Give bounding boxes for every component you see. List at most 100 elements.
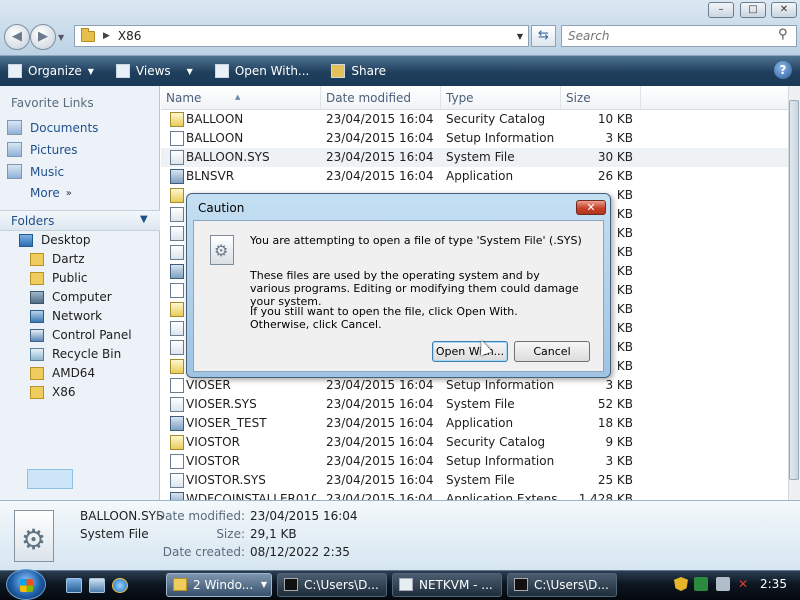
- tree-item-label: Computer: [52, 290, 112, 304]
- file-icon: [170, 264, 184, 279]
- system-file-icon: [210, 235, 234, 265]
- file-icon: [170, 473, 184, 488]
- dialog-close-button[interactable]: ✕: [576, 200, 606, 215]
- tree-item-label: Recycle Bin: [52, 347, 122, 361]
- help-icon[interactable]: ?: [774, 61, 792, 79]
- favorite-music[interactable]: Music: [7, 164, 64, 179]
- file-icon: [170, 207, 184, 222]
- clock[interactable]: 2:35: [760, 577, 787, 591]
- file-type: Application Extens...: [446, 492, 561, 500]
- folder-icon: [30, 385, 44, 399]
- volume-muted-icon[interactable]: ✕: [738, 577, 752, 591]
- folder-icon: [81, 27, 95, 42]
- command-prompt-icon: [284, 578, 298, 591]
- file-type: Application: [446, 416, 514, 430]
- file-row[interactable]: VIOSER_TEST 23/04/2015 16:04 Application 18…: [161, 414, 788, 433]
- tree-item[interactable]: Dartz: [30, 252, 85, 266]
- taskbar-cmd-2[interactable]: C:\Users\D...: [507, 573, 617, 597]
- refresh-button[interactable]: ⇆: [531, 25, 556, 47]
- favorite-label: Pictures: [30, 142, 78, 157]
- dialog-body: You are attempting to open a file of typ…: [193, 220, 604, 372]
- search-icon[interactable]: ⚲: [778, 27, 788, 42]
- file-size: 18 KB: [597, 416, 633, 430]
- tree-item[interactable]: Recycle Bin: [30, 347, 121, 361]
- file-icon: [170, 245, 184, 260]
- dialog-message-instructions: If you still want to open the file, clic…: [250, 305, 518, 331]
- file-row[interactable]: VIOSTOR 23/04/2015 16:04 Security Catalog 9…: [161, 433, 788, 452]
- share-button[interactable]: Share: [331, 64, 386, 78]
- date-created-value: 08/12/2022 2:35: [250, 545, 350, 559]
- tree-item[interactable]: Desktop: [19, 233, 91, 247]
- file-type: Security Catalog: [446, 435, 546, 449]
- tree-item[interactable]: Control Panel: [30, 328, 132, 342]
- file-size: 10 KB: [597, 112, 633, 126]
- size-value: 29,1 KB: [250, 527, 297, 541]
- column-size[interactable]: Size: [561, 86, 641, 110]
- collapse-chevron-icon[interactable]: ▼: [140, 214, 148, 225]
- file-row[interactable]: BLNSVR 23/04/2015 16:04 Application 26 KB: [161, 167, 788, 186]
- views-button[interactable]: Views ▼: [115, 64, 193, 78]
- taskbar-explorer-group[interactable]: 2 Windo... ▼: [166, 573, 272, 597]
- open-with-button[interactable]: Open With...: [214, 64, 309, 78]
- back-button[interactable]: ◀: [4, 24, 30, 50]
- start-button[interactable]: [6, 569, 46, 600]
- file-row[interactable]: WDFCOINSTALLER010... 23/04/2015 16:04 Appl…: [161, 490, 788, 500]
- column-type[interactable]: Type: [441, 86, 561, 110]
- taskbar-netkvm[interactable]: NETKVM - ...: [392, 573, 502, 597]
- tree-item-label: Public: [52, 271, 88, 285]
- file-row[interactable]: VIOSTOR 23/04/2015 16:04 Setup Information…: [161, 452, 788, 471]
- forward-button[interactable]: ▶: [30, 24, 56, 50]
- favorite-documents[interactable]: Documents: [7, 120, 98, 135]
- tree-item[interactable]: Public: [30, 271, 88, 285]
- open-with-icon: [214, 64, 229, 78]
- share-icon: [331, 64, 346, 78]
- minimize-button[interactable]: –: [708, 2, 734, 18]
- tree-item[interactable]: Network: [30, 309, 102, 323]
- pictures-icon: [7, 142, 22, 157]
- recent-pages-dropdown-icon[interactable]: ▼: [58, 33, 64, 42]
- tree-item[interactable]: AMD64: [30, 366, 95, 380]
- file-row[interactable]: BALLOON.SYS 23/04/2015 16:04 System File 30…: [161, 148, 788, 167]
- tree-item[interactable]: Computer: [30, 290, 112, 304]
- file-row[interactable]: BALLOON 23/04/2015 16:04 Setup Information…: [161, 129, 788, 148]
- command-prompt-icon: [514, 578, 528, 591]
- column-date-modified[interactable]: Date modified: [321, 86, 441, 110]
- maximize-button[interactable]: □: [740, 2, 766, 18]
- update-icon[interactable]: [694, 577, 708, 591]
- views-icon: [115, 64, 130, 78]
- folders-title: Folders: [11, 214, 55, 228]
- file-date: 23/04/2015 16:04: [326, 416, 434, 430]
- column-name[interactable]: Name ▲: [161, 86, 321, 110]
- switch-windows-icon[interactable]: [89, 578, 105, 593]
- tree-item[interactable]: X86: [30, 385, 76, 399]
- folders-header[interactable]: Folders ▼: [0, 210, 160, 231]
- file-row[interactable]: VIOSTOR.SYS 23/04/2015 16:04 System File 25…: [161, 471, 788, 490]
- address-dropdown-icon[interactable]: ▼: [517, 32, 523, 41]
- dialog-message-warning: These files are used by the operating sy…: [250, 269, 579, 308]
- open-with-dialog-button[interactable]: Open With...: [432, 341, 508, 362]
- sort-ascending-icon: ▲: [235, 93, 241, 101]
- cancel-button[interactable]: Cancel: [514, 341, 590, 362]
- file-row[interactable]: VIOSER 23/04/2015 16:04 Setup Information 3…: [161, 376, 788, 395]
- file-date: 23/04/2015 16:04: [326, 169, 434, 183]
- file-icon: [170, 492, 184, 500]
- file-size: 30 KB: [597, 150, 633, 164]
- scrollbar-thumb[interactable]: [789, 100, 799, 480]
- file-type: Application: [446, 169, 514, 183]
- search-input[interactable]: [561, 25, 797, 47]
- file-date: 23/04/2015 16:04: [326, 131, 434, 145]
- more-links[interactable]: More »: [30, 186, 72, 200]
- show-desktop-icon[interactable]: [66, 578, 82, 593]
- internet-explorer-icon[interactable]: [112, 578, 128, 593]
- favorite-pictures[interactable]: Pictures: [7, 142, 78, 157]
- taskbar-cmd-1[interactable]: C:\Users\D...: [277, 573, 387, 597]
- file-row[interactable]: VIOSER.SYS 23/04/2015 16:04 System File 52 …: [161, 395, 788, 414]
- date-modified-label: Date modified:: [155, 509, 245, 523]
- address-field[interactable]: ▶ X86 ▼: [74, 25, 529, 47]
- organize-button[interactable]: Organize ▼: [8, 64, 94, 78]
- address-bar-area: – □ ✕ ◀ ▶ ▼ ▶ X86 ▼ ⇆ ⚲: [0, 0, 800, 56]
- close-window-button[interactable]: ✕: [771, 2, 797, 18]
- organize-label: Organize: [28, 64, 82, 78]
- file-row[interactable]: BALLOON 23/04/2015 16:04 Security Catalog 1…: [161, 110, 788, 129]
- network-icon[interactable]: [716, 577, 730, 591]
